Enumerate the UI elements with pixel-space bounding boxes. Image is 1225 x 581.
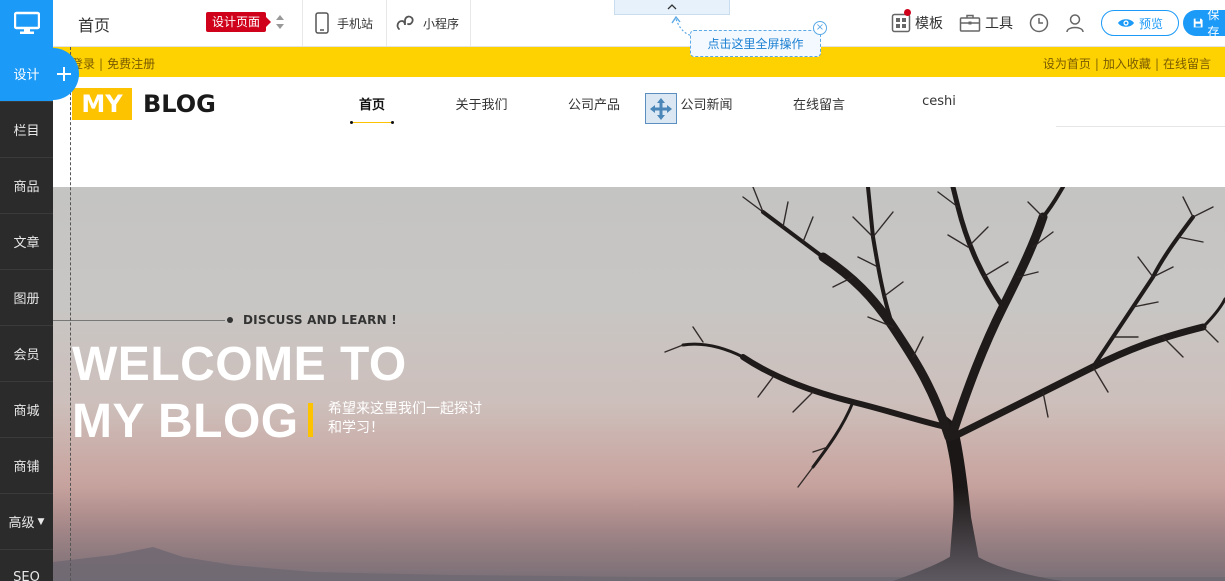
monitor-icon xyxy=(13,11,40,34)
mini-program-icon xyxy=(396,15,414,30)
template-button[interactable]: 模板 xyxy=(891,9,943,33)
sidebar-item-label: SEO xyxy=(13,570,40,581)
template-label: 模板 xyxy=(915,16,943,32)
nav-item-home[interactable]: 首页 xyxy=(325,94,419,124)
plus-icon xyxy=(56,67,71,81)
save-label: 保存 xyxy=(1207,10,1220,36)
nav-item-label: 公司新闻 xyxy=(680,98,733,113)
sidebar-item-mall[interactable]: 商城 xyxy=(0,382,53,438)
sort-arrows-icon[interactable] xyxy=(275,13,285,31)
sidebar-item-label: 会员 xyxy=(13,348,40,363)
sidebar-item-seo[interactable]: SEO xyxy=(0,550,53,581)
hero-subtitle-line2: 和学习！ xyxy=(328,420,384,436)
site-topbar: 登录 | 免费注册 设为首页 | 加入收藏 | 在线留言 xyxy=(53,47,1225,77)
nav-item-label: 关于我们 xyxy=(455,98,508,113)
sidebar-item-design[interactable]: 设计 xyxy=(0,46,53,102)
notification-dot xyxy=(904,9,911,16)
collapse-toolbar-button[interactable] xyxy=(614,0,730,15)
fullscreen-tooltip[interactable]: 点击这里全屏操作 × xyxy=(690,21,827,57)
hero-banner: DISCUSS AND LEARN ! WELCOME TO MY BLOG 希… xyxy=(53,187,1225,581)
mini-program-button[interactable]: 小程序 xyxy=(387,0,471,46)
layout-guide-line xyxy=(70,47,71,581)
save-disk-icon xyxy=(1193,18,1203,28)
toolbar-right-group: 模板 工具 预览 保存 xyxy=(891,0,1225,46)
user-account-button[interactable] xyxy=(1065,13,1085,33)
mobile-site-label: 手机站 xyxy=(337,16,374,31)
nav-item-label: 公司产品 xyxy=(567,98,620,113)
design-page-badge: 设计页面 xyxy=(206,12,272,32)
preview-label: 预览 xyxy=(1138,16,1163,31)
tools-button[interactable]: 工具 xyxy=(959,13,1013,33)
sidebar-item-label: 商铺 xyxy=(13,460,40,475)
nav-item-label: 首页 xyxy=(358,98,385,113)
register-link[interactable]: 免费注册 xyxy=(107,57,155,71)
sidebar-item-products[interactable]: 商品 xyxy=(0,158,53,214)
nav-item-products[interactable]: 公司产品 xyxy=(544,94,644,113)
divider: | xyxy=(1094,57,1099,71)
page-title: 首页 xyxy=(78,16,111,35)
left-sidebar: 设计 栏目 商品 文章 图册 会员 商城 商铺 高级 ▼ SEO xyxy=(0,0,53,581)
sidebar-item-label: 图册 xyxy=(13,292,40,307)
hero-subtitle-line1: 希望来这里我们一起探讨 xyxy=(328,401,482,417)
set-homepage-link[interactable]: 设为首页 xyxy=(1043,57,1091,71)
mini-program-label: 小程序 xyxy=(423,16,460,31)
template-grid-icon xyxy=(891,13,911,33)
sidebar-item-label: 高级 xyxy=(8,516,35,531)
online-message-link[interactable]: 在线留言 xyxy=(1163,57,1211,71)
divider: | xyxy=(1154,57,1159,71)
chevron-up-icon xyxy=(667,4,677,10)
hero-kicker-line xyxy=(53,320,225,321)
sidebar-item-label: 商品 xyxy=(13,180,40,195)
nav-item-message[interactable]: 在线留言 xyxy=(769,94,869,113)
sidebar-item-label: 商城 xyxy=(13,404,40,419)
nav-item-ceshi[interactable]: ceshi xyxy=(869,94,1009,113)
tools-label: 工具 xyxy=(985,16,1013,32)
sidebar-item-label: 设计 xyxy=(13,68,40,83)
mobile-site-button[interactable]: 手机站 xyxy=(303,0,387,46)
add-favorite-link[interactable]: 加入收藏 xyxy=(1103,57,1151,71)
clock-icon xyxy=(1029,13,1049,33)
sidebar-item-albums[interactable]: 图册 xyxy=(0,270,53,326)
site-topbar-right: 设为首页 | 加入收藏 | 在线留言 xyxy=(1043,55,1211,72)
divider: | xyxy=(99,57,104,71)
sidebar-item-columns[interactable]: 栏目 xyxy=(0,102,53,158)
nav-item-about[interactable]: 关于我们 xyxy=(419,94,544,113)
sidebar-item-label: 栏目 xyxy=(13,124,40,139)
logo-my: MY xyxy=(72,88,132,120)
hero-accent-bar xyxy=(308,403,313,437)
eye-icon xyxy=(1117,19,1134,27)
site-logo[interactable]: MY BLOG xyxy=(72,88,216,120)
save-button[interactable]: 保存 xyxy=(1183,10,1225,36)
sidebar-item-advanced[interactable]: 高级 ▼ xyxy=(0,494,53,550)
logo-blog: BLOG xyxy=(143,90,216,118)
hero-title-line2: MY BLOG xyxy=(72,395,299,448)
hero-subtitle: 希望来这里我们一起探讨 和学习！ xyxy=(328,400,518,438)
history-button[interactable] xyxy=(1029,13,1049,33)
header-divider xyxy=(1056,126,1225,127)
site-topbar-left: 登录 | 免费注册 xyxy=(71,55,155,72)
tooltip-text: 点击这里全屏操作 xyxy=(707,37,804,51)
sidebar-item-label: 文章 xyxy=(13,236,40,251)
top-toolbar: 首页 设计页面 手机站 小程序 模板 工具 预览 保存 xyxy=(53,0,1225,47)
hero-kicker: DISCUSS AND LEARN ! xyxy=(243,313,397,327)
close-icon[interactable]: × xyxy=(813,21,827,35)
nav-item-label: 在线留言 xyxy=(792,98,845,113)
page-selector[interactable]: 首页 设计页面 xyxy=(53,0,303,46)
hero-title-line1: WELCOME TO xyxy=(72,338,407,391)
preview-button[interactable]: 预览 xyxy=(1101,10,1179,36)
move-arrows-icon xyxy=(650,97,672,120)
sidebar-item-members[interactable]: 会员 xyxy=(0,326,53,382)
user-icon xyxy=(1066,14,1084,33)
caret-down-icon: ▼ xyxy=(37,516,45,527)
toolbox-icon xyxy=(959,14,981,32)
design-canvas: 登录 | 免费注册 设为首页 | 加入收藏 | 在线留言 MY BLOG 首页 关于我们 公… xyxy=(53,47,1225,581)
hero-kicker-dot xyxy=(227,317,233,323)
sidebar-item-articles[interactable]: 文章 xyxy=(0,214,53,270)
drag-move-handle[interactable] xyxy=(645,93,677,124)
nav-active-underline xyxy=(350,121,394,124)
sidebar-item-shops[interactable]: 商铺 xyxy=(0,438,53,494)
mobile-phone-icon xyxy=(315,12,329,34)
desktop-logo[interactable] xyxy=(0,0,53,46)
nav-item-label: ceshi xyxy=(922,94,956,109)
